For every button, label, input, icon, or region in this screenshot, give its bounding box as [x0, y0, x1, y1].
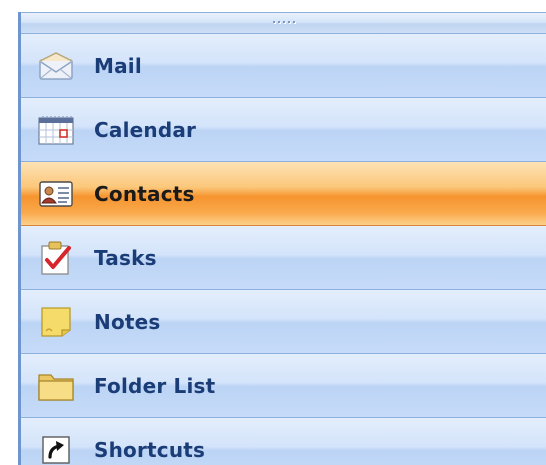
shortcut-arrow-icon — [36, 430, 76, 465]
nav-item-label: Calendar — [94, 117, 197, 142]
nav-item-tasks[interactable]: Tasks — [21, 226, 546, 290]
navigation-pane: Mail Calendar Contacts Tasks Notes Folde… — [18, 12, 546, 465]
nav-item-mail[interactable]: Mail — [21, 34, 546, 98]
nav-item-contacts[interactable]: Contacts — [21, 162, 546, 226]
nav-item-calendar[interactable]: Calendar — [21, 98, 546, 162]
nav-item-label: Mail — [94, 53, 142, 78]
envelope-icon — [36, 46, 76, 86]
task-checklist-icon — [36, 238, 76, 278]
folder-icon — [36, 366, 76, 406]
nav-item-notes[interactable]: Notes — [21, 290, 546, 354]
nav-item-label: Folder List — [94, 373, 216, 398]
nav-item-label: Notes — [94, 309, 161, 334]
nav-item-label: Contacts — [94, 181, 195, 206]
nav-item-shortcuts[interactable]: Shortcuts — [21, 418, 546, 465]
nav-item-label: Shortcuts — [94, 437, 206, 462]
grip-handle-icon — [272, 21, 295, 23]
sticky-note-icon — [36, 302, 76, 342]
calendar-icon — [36, 110, 76, 150]
nav-item-label: Tasks — [94, 245, 157, 270]
nav-item-folder-list[interactable]: Folder List — [21, 354, 546, 418]
pane-resize-splitter[interactable] — [21, 12, 546, 34]
contact-card-icon — [36, 174, 76, 214]
